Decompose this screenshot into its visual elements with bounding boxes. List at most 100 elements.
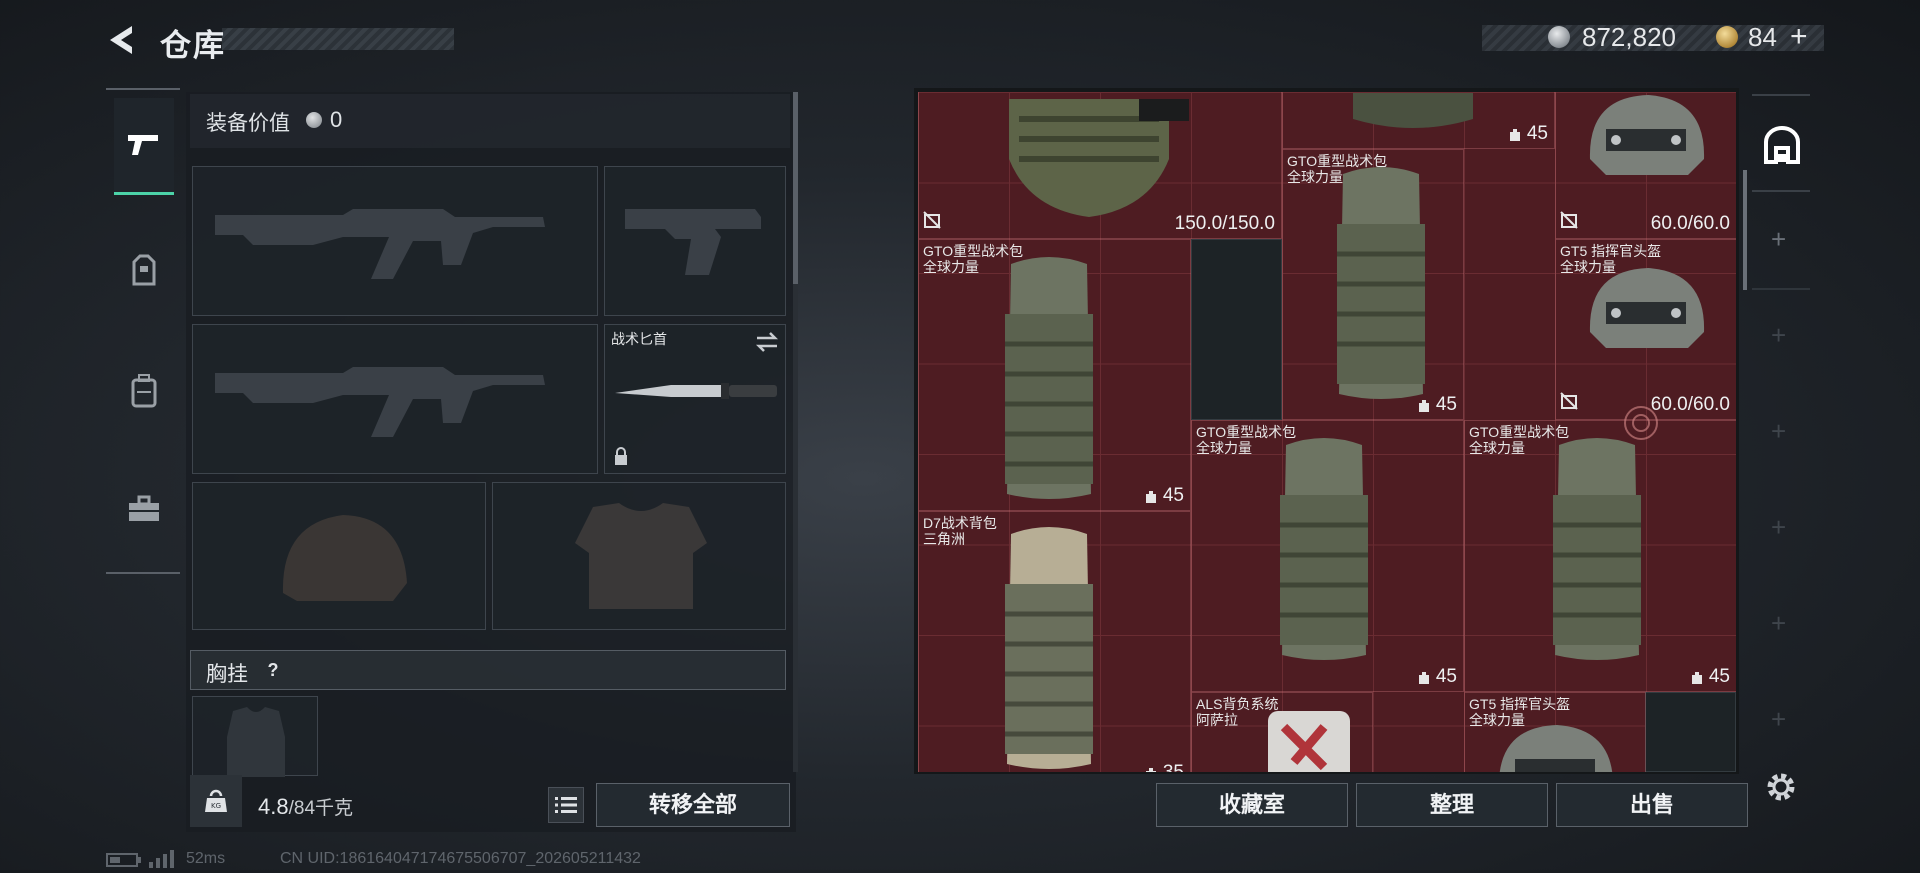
als-carrier-image <box>1268 711 1350 772</box>
stash-grid[interactable]: 150.0/150.0 45 GTO重型战术包 全球力量 45 60.0/60.… <box>918 92 1736 772</box>
sort-button[interactable]: 整理 <box>1356 783 1548 827</box>
equip-value-label: 装备价值 <box>206 112 290 135</box>
rifle-silhouette-icon <box>215 209 545 279</box>
weight-indicator: KG <box>190 775 242 827</box>
gto-backpack-image <box>1280 438 1368 660</box>
stash-item-backpack[interactable]: 45 <box>1282 92 1555 149</box>
nav-divider-top <box>106 88 180 90</box>
nav-divider-bottom <box>106 572 180 574</box>
target-marker-icon <box>1624 406 1658 440</box>
item-brand: 三角洲 <box>923 531 965 547</box>
gold-currency-value: 84 <box>1748 22 1777 52</box>
sidebar-divider <box>1752 190 1810 192</box>
stash-item-d7-backpack[interactable]: D7战术背包三角洲 35 <box>918 511 1191 772</box>
equip-value: 0 <box>330 107 343 132</box>
gear-icon <box>1767 773 1795 801</box>
helmet-image <box>1589 268 1705 348</box>
swap-icon[interactable] <box>755 331 779 353</box>
item-capacity: 45 <box>1416 394 1457 416</box>
melee-slot[interactable]: 战术匕首 <box>604 324 786 474</box>
back-button[interactable] <box>104 22 140 58</box>
stash-scroll-thumb[interactable] <box>1743 170 1747 290</box>
home-stash-button[interactable] <box>1762 126 1802 171</box>
tab-toolbox[interactable] <box>114 462 174 556</box>
rifle-silhouette-icon <box>215 367 545 437</box>
sell-button[interactable]: 出售 <box>1556 783 1748 827</box>
helmet-silhouette-icon <box>282 515 407 601</box>
backpack-image <box>1353 93 1473 128</box>
capacity-icon <box>1509 129 1520 141</box>
add-stash-page-button[interactable]: + <box>1771 512 1786 543</box>
kettlebell-icon: KG <box>205 789 227 812</box>
knife-image-icon <box>615 383 777 399</box>
collection-room-button[interactable]: 收藏室 <box>1156 783 1348 827</box>
backpack-icon <box>131 374 157 408</box>
sidebar-divider <box>1752 288 1810 290</box>
tab-backpack[interactable] <box>114 344 174 438</box>
list-icon <box>555 797 577 813</box>
capacity-icon <box>1145 768 1156 772</box>
help-button[interactable]: ? <box>262 660 284 682</box>
carry-weight-max: /84千克 <box>288 798 354 819</box>
item-durability: 60.0/60.0 <box>1650 213 1730 234</box>
durability-icon <box>1560 211 1578 234</box>
stash-item-armor[interactable]: 150.0/150.0 <box>918 92 1282 239</box>
capacity-icon <box>1418 400 1429 412</box>
secondary-weapon-slot[interactable] <box>192 324 598 474</box>
carry-weight-value: 4.8 <box>258 794 289 819</box>
add-stash-page-button[interactable]: + <box>1771 320 1786 351</box>
helmet-image <box>1499 725 1613 772</box>
sidearm-slot[interactable] <box>604 166 786 316</box>
item-durability: 150.0/150.0 <box>1174 213 1275 234</box>
item-durability: 60.0/60.0 <box>1650 394 1730 415</box>
stash-item-gt5-helmet[interactable]: GT5 指挥官头盔 全球力量 60.0/60.0 <box>1555 239 1736 420</box>
armor-vest-image <box>1009 99 1189 217</box>
gto-backpack-image <box>1005 257 1093 499</box>
user-uid: CN UID:1861640471746755067​07_2026052114… <box>280 850 641 867</box>
add-stash-page-button[interactable]: + <box>1771 608 1786 639</box>
transfer-all-button[interactable]: 转移全部 <box>596 783 790 827</box>
knife-name: 战术匕首 <box>611 331 667 347</box>
helmet-slot[interactable] <box>192 482 486 630</box>
add-currency-button[interactable]: + <box>1790 20 1808 54</box>
silver-coin-icon <box>1548 26 1570 48</box>
body-armor-slot[interactable] <box>492 482 786 630</box>
stash-item-gto-backpack[interactable]: GTO重型战术包 全球力量 45 <box>918 239 1191 511</box>
silver-coin-icon <box>306 112 322 128</box>
stash-home-icon <box>1764 126 1800 164</box>
vest-silhouette-icon <box>227 707 285 777</box>
tab-weapons[interactable] <box>114 98 174 195</box>
chest-rig-slot[interactable] <box>192 696 318 777</box>
capacity-icon <box>1691 672 1702 684</box>
primary-weapon-slot[interactable] <box>192 166 598 316</box>
pistol-silhouette-icon <box>625 209 761 275</box>
stash-item-helmet[interactable]: 60.0/60.0 <box>1555 92 1736 239</box>
pistol-icon <box>128 135 158 155</box>
gold-coin-icon <box>1716 26 1738 48</box>
add-stash-page-button[interactable]: + <box>1771 224 1786 255</box>
add-stash-page-button[interactable]: + <box>1771 416 1786 447</box>
gto-backpack-image <box>1553 438 1641 660</box>
sidebar-divider <box>1752 94 1810 96</box>
stash-item-gto-backpack[interactable]: GTO重型战术包 全球力量 45 <box>1464 420 1736 692</box>
item-capacity: 45 <box>1507 123 1548 145</box>
capacity-icon <box>1145 491 1156 503</box>
stash-item-als-carrier[interactable]: ALS背负系统 阿萨拉 <box>1191 692 1373 772</box>
silver-currency-value: 872,820 <box>1582 22 1676 52</box>
chest-rig-label: 胸挂 <box>206 663 248 686</box>
stash-item-gto-backpack[interactable]: GTO重型战术包 全球力量 45 <box>1191 420 1464 692</box>
capacity-icon <box>1418 672 1429 684</box>
item-capacity: 35 <box>1143 762 1184 772</box>
settings-button[interactable] <box>1764 770 1798 809</box>
stash-item-gto-backpack[interactable]: GTO重型战术包 全球力量 45 <box>1282 149 1464 420</box>
tab-helmet-armor[interactable] <box>114 224 174 318</box>
empty-cell[interactable] <box>1645 692 1736 772</box>
armor-icon <box>132 254 156 286</box>
empty-cell[interactable] <box>1191 239 1282 420</box>
add-stash-page-button[interactable]: + <box>1771 704 1786 735</box>
ping-indicator: 52ms <box>186 850 226 867</box>
list-view-button[interactable] <box>548 787 584 823</box>
stash-item-gt5-helmet[interactable]: GT5 指挥官头盔 全球力量 <box>1464 692 1646 772</box>
item-capacity: 45 <box>1143 485 1184 507</box>
loadout-scroll-thumb[interactable] <box>793 92 798 284</box>
